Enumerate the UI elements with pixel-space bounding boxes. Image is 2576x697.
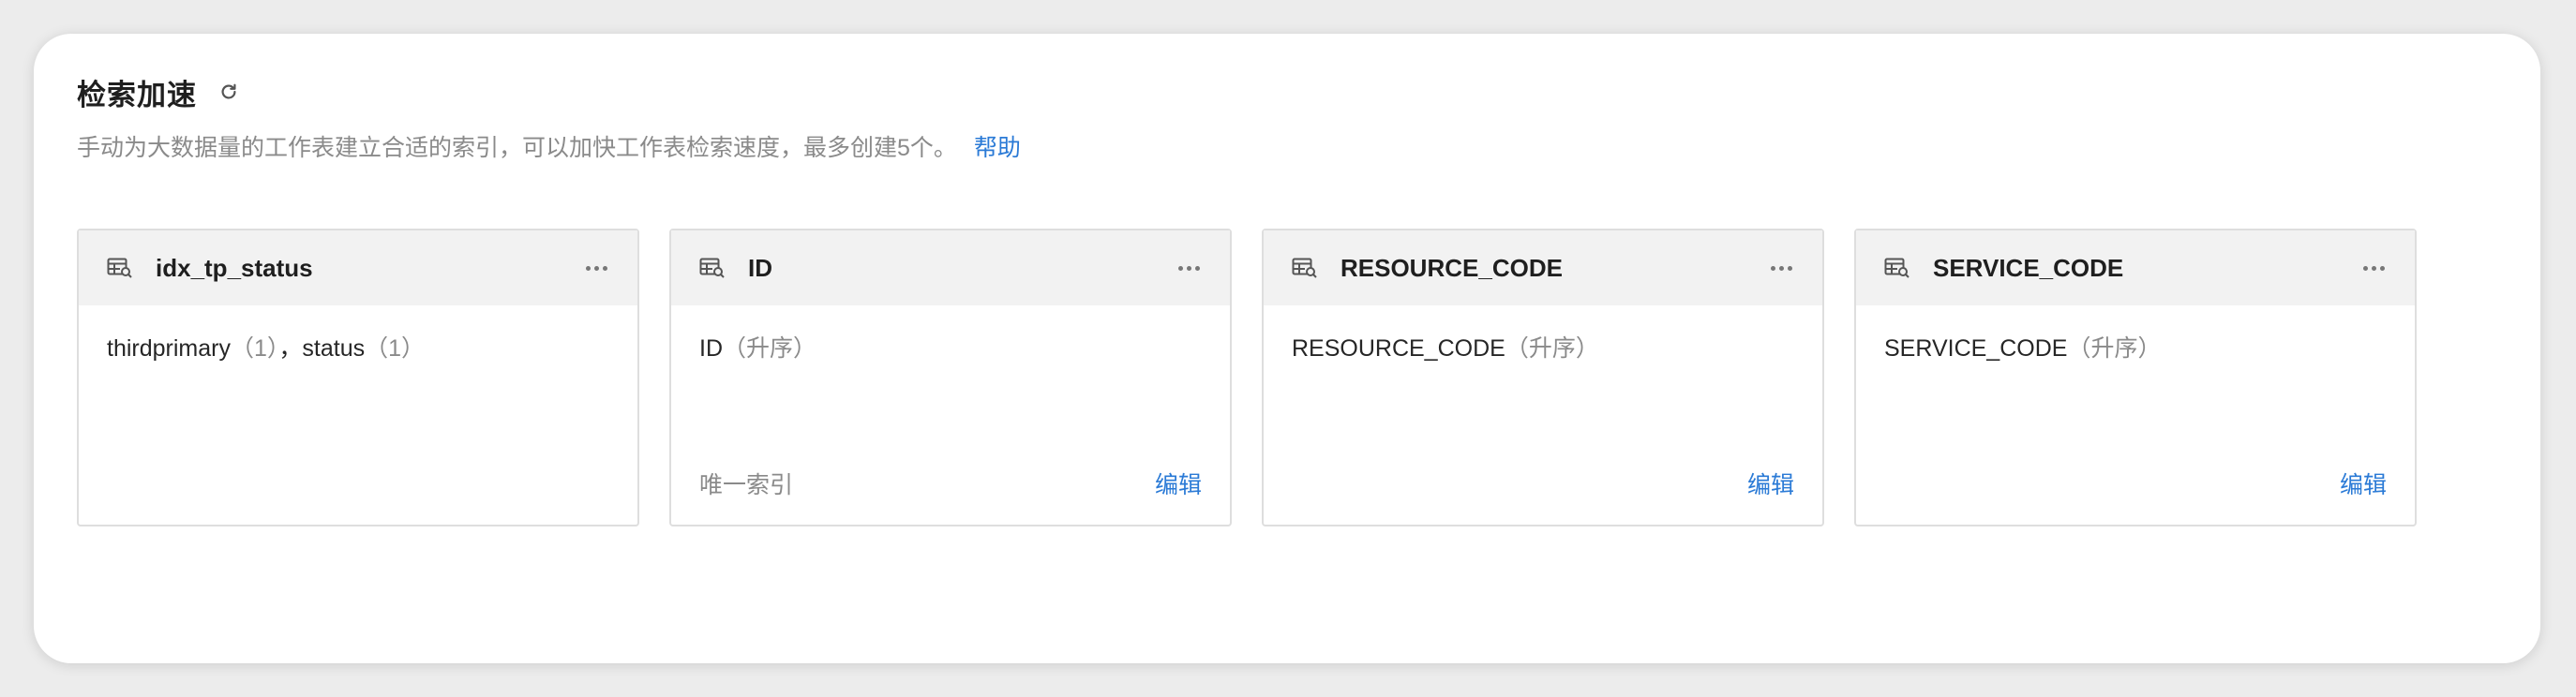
more-icon[interactable] <box>1173 260 1206 276</box>
field-name: status <box>302 335 366 362</box>
index-fields: RESOURCE_CODE（升序） <box>1292 330 1599 363</box>
index-card: SERVICE_CODE SERVICE_CODE（升序） 编辑 <box>1854 229 2417 526</box>
refresh-icon[interactable] <box>217 81 240 103</box>
edit-button[interactable]: 编辑 <box>1747 467 1794 500</box>
index-card-header: RESOURCE_CODE <box>1264 230 1822 305</box>
table-index-icon <box>107 258 133 278</box>
table-index-icon <box>1292 258 1318 278</box>
search-acceleration-panel: 检索加速 手动为大数据量的工作表建立合适的索引，可以加快工作表检索速度，最多创建… <box>34 34 2540 663</box>
field-name: ID <box>699 335 723 362</box>
field-name: RESOURCE_CODE <box>1292 335 1505 362</box>
field-order: （升序） <box>2067 335 2162 362</box>
index-card-footer: 编辑 <box>1884 467 2387 500</box>
index-fields: SERVICE_CODE（升序） <box>1884 330 2161 363</box>
more-icon[interactable] <box>2358 260 2390 276</box>
index-name: RESOURCE_CODE <box>1340 253 1563 282</box>
index-name: SERVICE_CODE <box>1933 253 2124 282</box>
edit-button[interactable]: 编辑 <box>2340 467 2387 500</box>
index-fields: thirdprimary（1），status（1） <box>107 330 425 363</box>
field-name: SERVICE_CODE <box>1884 335 2068 362</box>
description: 手动为大数据量的工作表建立合适的索引，可以加快工作表检索速度，最多创建5个。 <box>77 135 957 161</box>
help-link[interactable]: 帮助 <box>974 129 1021 163</box>
more-icon[interactable] <box>1765 260 1798 276</box>
index-name: ID <box>748 253 772 282</box>
index-card-footer: 编辑 <box>1292 467 1794 500</box>
index-card-footer: 唯一索引 编辑 <box>699 467 1202 500</box>
index-fields: ID（升序） <box>699 330 816 363</box>
index-name: idx_tp_status <box>156 253 313 282</box>
description-row: 手动为大数据量的工作表建立合适的索引，可以加快工作表检索速度，最多创建5个。 帮… <box>77 129 1021 163</box>
field-order: （1） <box>230 335 279 362</box>
field-separator: ， <box>278 335 303 362</box>
edit-button[interactable]: 编辑 <box>1155 467 1202 500</box>
index-card: RESOURCE_CODE RESOURCE_CODE（升序） 编辑 <box>1262 229 1824 526</box>
title-row: 检索加速 <box>77 71 240 112</box>
field-name: thirdprimary <box>107 335 231 362</box>
index-card-header: idx_tp_status <box>79 230 637 305</box>
field-order: （升序） <box>723 335 817 362</box>
index-card-header: SERVICE_CODE <box>1856 230 2415 305</box>
table-index-icon <box>699 258 726 278</box>
field-order: （升序） <box>1505 335 1599 362</box>
table-index-icon <box>1884 258 1910 278</box>
page-title: 检索加速 <box>77 78 197 111</box>
more-icon[interactable] <box>580 260 613 276</box>
index-card: idx_tp_status thirdprimary（1），status（1） <box>77 229 639 526</box>
index-card-header: ID <box>671 230 1230 305</box>
field-order: （1） <box>365 335 426 362</box>
index-card: ID ID（升序） 唯一索引 编辑 <box>669 229 1232 526</box>
unique-index-label: 唯一索引 <box>699 472 794 498</box>
